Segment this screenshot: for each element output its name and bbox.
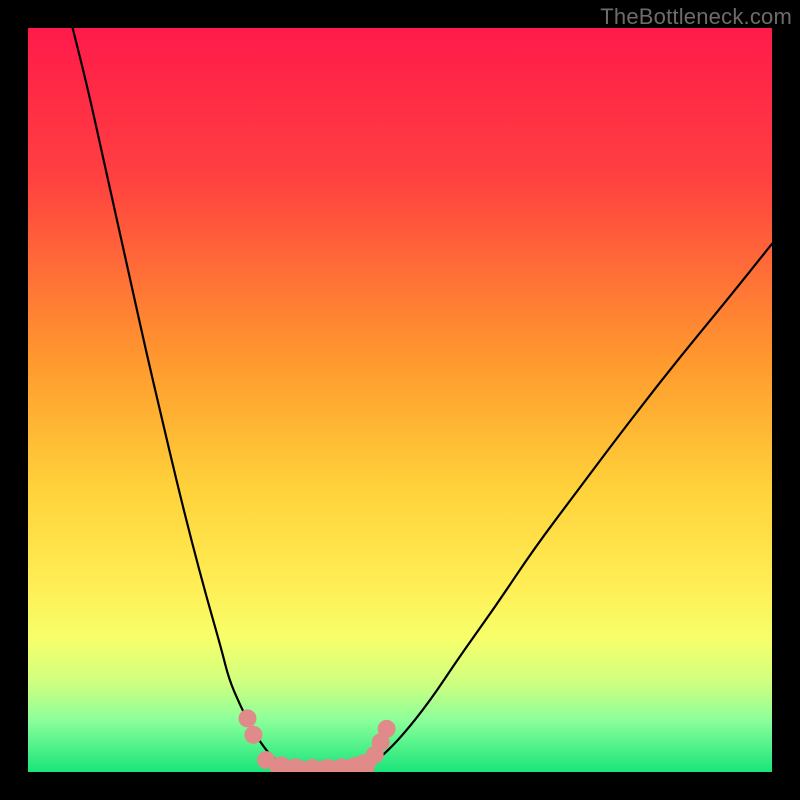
plot-area (28, 28, 772, 772)
chart-frame: TheBottleneck.com (0, 0, 800, 800)
marker-dot (378, 720, 396, 738)
watermark-text: TheBottleneck.com (600, 4, 792, 30)
gradient-background (28, 28, 772, 772)
marker-dot (244, 726, 262, 744)
marker-dot (238, 709, 256, 727)
chart-svg (28, 28, 772, 772)
